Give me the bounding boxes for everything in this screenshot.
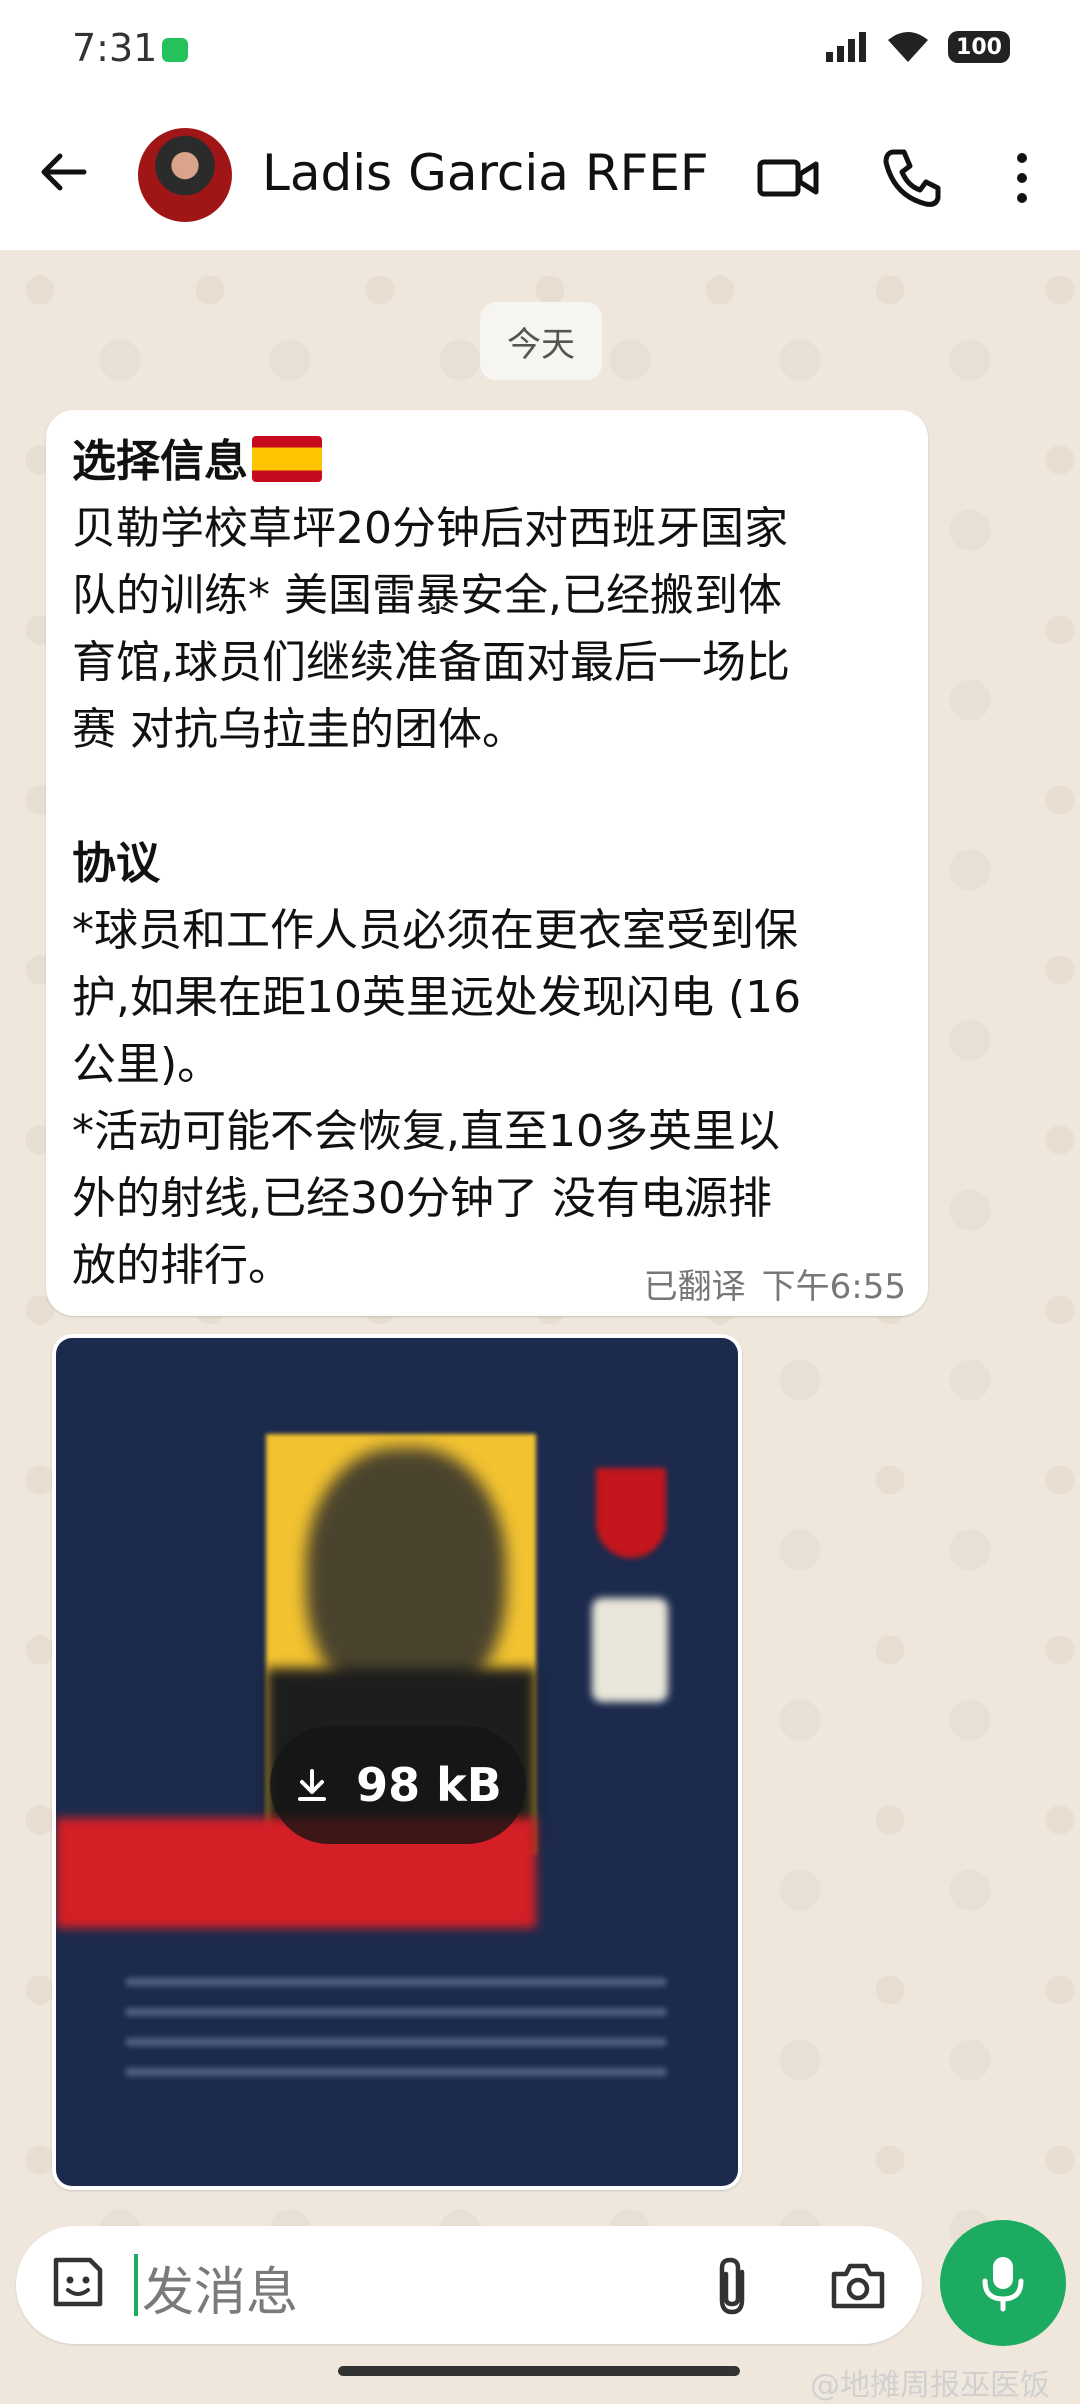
download-size: 98 kB — [356, 1758, 502, 1812]
gesture-navigation-bar[interactable] — [338, 2366, 740, 2376]
wechat-notification-icon — [162, 38, 188, 62]
protocol-title: 协议 — [72, 838, 160, 889]
message-text: 选择信息 贝勒学校草坪20分钟后对西班牙国家 队的训练* 美国雷暴安全,已经搬到… — [72, 428, 912, 1299]
attach-icon[interactable] — [706, 2254, 760, 2318]
battery-indicator: 100 — [948, 31, 1010, 63]
date-chip: 今天 — [480, 302, 602, 380]
download-icon — [298, 1769, 327, 1801]
camera-icon[interactable] — [828, 2256, 888, 2316]
chat-header: Ladis Garcia RFEF — [0, 100, 1080, 250]
spain-flag-icon — [252, 436, 322, 482]
image-message[interactable]: 98 kB — [52, 1334, 742, 2190]
signal-icon — [826, 32, 866, 62]
sticker-emoji-icon[interactable] — [46, 2252, 108, 2314]
back-arrow-icon[interactable] — [34, 142, 94, 202]
message-paragraph-1: 贝勒学校草坪20分钟后对西班牙国家 队的训练* 美国雷暴安全,已经搬到体 育馆,… — [72, 503, 790, 755]
message-meta: 已翻译 下午6:55 — [628, 1259, 906, 1308]
status-bar: 7:31 100 — [0, 0, 1080, 100]
translated-label[interactable]: 已翻译 — [644, 1267, 746, 1307]
blurred-image-preview[interactable]: 98 kB — [56, 1338, 738, 2186]
message-time: 下午6:55 — [761, 1267, 906, 1307]
wifi-icon — [888, 32, 928, 62]
message-title: 选择信息 — [72, 436, 248, 487]
message-paragraph-2: *球员和工作人员必须在更衣室受到保 护,如果在距10英里远处发现闪电 (16 公… — [72, 905, 802, 1291]
more-options-icon[interactable] — [990, 146, 1054, 210]
voice-message-button[interactable] — [940, 2220, 1066, 2346]
contact-name[interactable]: Ladis Garcia RFEF — [262, 144, 709, 202]
message-input[interactable]: 发消息 — [142, 2250, 298, 2325]
watermark-text: @地摊周报巫医饭 — [810, 2368, 1050, 2403]
status-icons: 100 — [824, 30, 1010, 64]
status-time: 7:31 — [72, 26, 158, 70]
message-input-bar: 发消息 — [16, 2226, 922, 2344]
microphone-icon — [982, 2257, 1024, 2312]
download-button[interactable]: 98 kB — [270, 1726, 526, 1844]
message-bubble[interactable]: 选择信息 贝勒学校草坪20分钟后对西班牙国家 队的训练* 美国雷暴安全,已经搬到… — [46, 410, 928, 1316]
text-cursor — [134, 2254, 138, 2316]
contact-avatar[interactable] — [138, 128, 232, 222]
video-call-icon[interactable] — [756, 146, 820, 210]
phone-call-icon[interactable] — [880, 146, 944, 210]
